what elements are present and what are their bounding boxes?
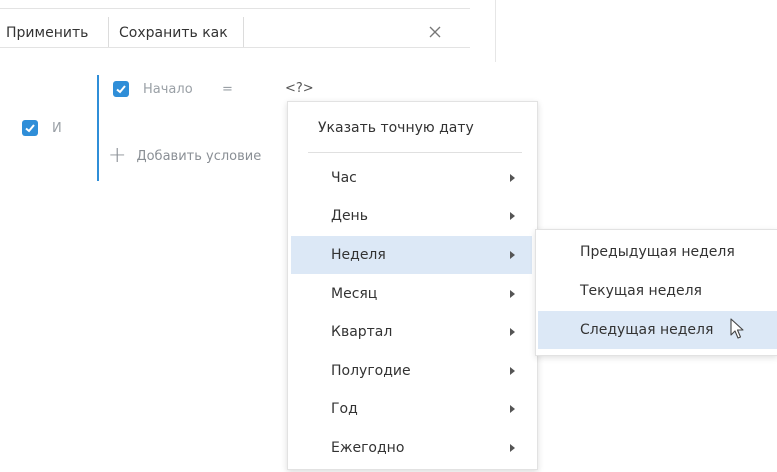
group-checkbox[interactable] [22,120,38,136]
plus-icon: + [108,143,127,168]
group-bracket-line [97,75,99,181]
submenu-item-label: Следущая неделя [580,322,714,338]
submenu-item-label: Текущая неделя [580,283,702,299]
save-as-button[interactable]: Сохранить как [119,19,228,47]
menu-item-week[interactable]: Неделя [291,236,532,274]
submenu-item-label: Предыдущая неделя [580,244,735,260]
close-icon[interactable] [425,22,445,42]
mouse-cursor-icon [730,318,746,346]
condition-operator[interactable]: = [222,82,233,97]
submenu-item-previous-week[interactable]: Предыдущая неделя [538,233,777,271]
menu-item-label: Час [331,170,357,186]
submenu-arrow-icon [510,444,515,452]
menu-item-day[interactable]: День [291,197,532,235]
condition-value[interactable]: <?> [285,81,314,96]
add-condition-label: Добавить условие [136,148,262,164]
menu-item-label: Полугодие [331,363,411,379]
menu-item-quarter[interactable]: Квартал [291,313,532,351]
add-condition-button[interactable]: + Добавить условие [108,143,262,168]
toolbar-top-border [0,8,470,9]
checkmark-icon [116,85,126,94]
menu-item-year[interactable]: Год [291,390,532,428]
group-operator-label[interactable]: И [52,121,62,136]
submenu-arrow-icon [510,367,515,375]
menu-item-exact-date[interactable]: Указать точную дату [291,109,532,147]
menu-item-hour[interactable]: Час [291,159,532,197]
menu-item-label: Указать точную дату [318,120,474,136]
date-context-menu: Указать точную дату Час День Неделя Меся… [287,101,538,470]
menu-item-label: Квартал [331,324,393,340]
menu-item-label: Неделя [331,247,386,263]
toolbar-separator [108,17,109,47]
menu-divider [308,152,522,153]
menu-item-label: День [331,208,368,224]
submenu-item-current-week[interactable]: Текущая неделя [538,272,777,310]
submenu-arrow-icon [510,212,515,220]
toolbar-separator [243,17,244,47]
panel-border [495,0,496,62]
menu-item-half-year[interactable]: Полугодие [291,352,532,390]
submenu-arrow-icon [510,251,515,259]
menu-item-annually[interactable]: Ежегодно [291,429,532,467]
submenu-arrow-icon [510,405,515,413]
condition-checkbox[interactable] [113,81,129,97]
checkmark-icon [25,124,35,133]
menu-item-month[interactable]: Месяц [291,275,532,313]
menu-item-label: Год [331,401,358,417]
menu-item-label: Ежегодно [331,440,405,456]
condition-field[interactable]: Начало [143,82,193,97]
toolbar-divider [0,47,470,48]
submenu-arrow-icon [510,328,515,336]
apply-button[interactable]: Применить [6,19,88,47]
menu-item-label: Месяц [331,286,378,302]
submenu-arrow-icon [510,290,515,298]
submenu-arrow-icon [510,174,515,182]
